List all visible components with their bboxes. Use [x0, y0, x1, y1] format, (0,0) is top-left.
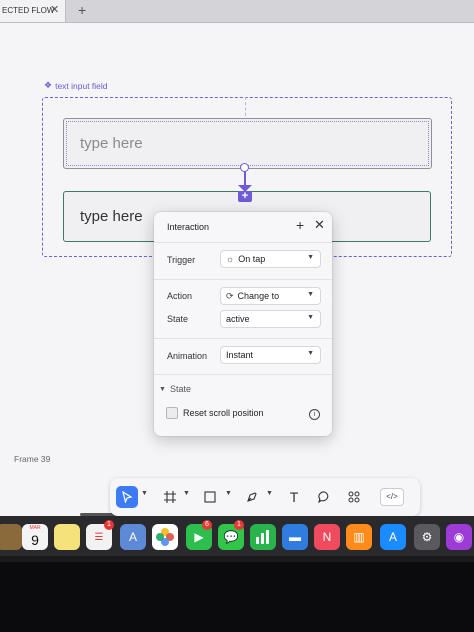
action-select[interactable]: ⟳ Change to ▼ — [220, 287, 321, 305]
add-icon[interactable]: + — [296, 218, 304, 232]
calendar-month: MAR — [29, 525, 41, 531]
browser-tab-bar: ECTED FLOW ✕ + — [0, 0, 474, 23]
tap-icon: ☼ — [226, 254, 235, 264]
section-divider — [154, 279, 332, 280]
animation-value: Instant — [226, 350, 254, 360]
close-icon[interactable]: ✕ — [314, 218, 325, 232]
chevron-down-icon[interactable]: ▼ — [183, 490, 190, 497]
browser-tab[interactable]: ECTED FLOW ✕ — [0, 0, 66, 22]
new-tab-icon[interactable]: + — [78, 0, 86, 20]
facetime-badge: 6 — [202, 520, 212, 530]
dev-mode-toggle[interactable]: </> — [380, 488, 404, 506]
action-value: Change to — [237, 291, 280, 301]
animation-select[interactable]: Instant ▼ — [220, 346, 321, 364]
component-label[interactable]: ❖ text input field — [44, 80, 108, 91]
system-settings-app-icon[interactable]: ⚙ — [414, 524, 440, 550]
trigger-value: On tap — [238, 254, 266, 264]
podcasts-app-icon[interactable]: ◉ — [446, 524, 472, 550]
app-store-icon[interactable]: A — [380, 524, 406, 550]
change-to-icon: ⟳ — [226, 290, 234, 301]
rectangle-tool-icon[interactable] — [200, 486, 220, 508]
photos-app-icon[interactable] — [152, 524, 178, 550]
calendar-day: 9 — [31, 532, 39, 548]
action-label: Action — [167, 291, 193, 301]
state-select[interactable]: active ▼ — [220, 310, 321, 328]
chevron-down-icon: ▼ — [307, 314, 314, 321]
state-label: State — [167, 314, 189, 324]
frame-label[interactable]: Frame 39 — [14, 454, 50, 464]
numbers-app-icon[interactable] — [250, 524, 276, 550]
keynote-app-icon[interactable]: ▬ — [282, 524, 308, 550]
variant-default[interactable]: type here — [63, 118, 432, 169]
component-name: text input field — [55, 80, 108, 91]
bottom-toolbar: ▼ ▼ ▼ ▼ T </> — [110, 478, 420, 516]
notes-app-icon[interactable] — [54, 524, 80, 550]
tab-title: ECTED FLOW — [2, 6, 55, 15]
reset-scroll-label[interactable]: Reset scroll position — [183, 408, 264, 418]
trigger-select[interactable]: ☼ On tap ▼ — [220, 250, 321, 268]
variant-placeholder: type here — [80, 208, 143, 225]
maps-app-icon[interactable]: A — [120, 524, 146, 550]
finder-app-icon[interactable] — [0, 524, 22, 550]
chevron-down-icon: ▼ — [307, 350, 314, 357]
chevron-down-icon: ▼ — [159, 385, 166, 393]
macos-dock: MAR 9 ☰ 1 A ▶ 6 💬 1 ▬ N ▥ A ⚙ ◉ — [0, 516, 474, 562]
chevron-down-icon: ▼ — [307, 254, 314, 261]
news-app-icon[interactable]: N — [314, 524, 340, 550]
chevron-down-icon[interactable]: ▼ — [225, 490, 232, 497]
books-app-icon[interactable]: ▥ — [346, 524, 372, 550]
variant-placeholder: type here — [80, 135, 143, 152]
tab-close-icon[interactable]: ✕ — [50, 0, 59, 20]
state-section-label: State — [169, 384, 191, 394]
messages-badge: 1 — [234, 520, 244, 530]
interaction-panel: Interaction + ✕ Trigger ☼ On tap ▼ Actio… — [154, 212, 332, 436]
components-icon[interactable] — [344, 486, 364, 508]
interaction-panel-title: Interaction — [167, 222, 210, 232]
text-tool-icon[interactable]: T — [284, 486, 304, 508]
move-tool-icon[interactable] — [116, 486, 138, 508]
add-interaction-icon[interactable]: + — [238, 191, 252, 202]
component-set-icon: ❖ — [44, 80, 53, 90]
trigger-label: Trigger — [167, 255, 196, 265]
frame-tool-icon[interactable] — [160, 486, 180, 508]
reset-scroll-checkbox[interactable] — [166, 407, 178, 419]
pen-tool-icon[interactable] — [242, 486, 262, 508]
info-icon[interactable]: i — [309, 409, 320, 420]
prototype-connector-handle[interactable] — [240, 163, 249, 172]
animation-label: Animation — [167, 351, 208, 361]
chevron-down-icon[interactable]: ▼ — [266, 490, 273, 497]
interaction-panel-header: Interaction + ✕ — [154, 212, 332, 243]
screen: ECTED FLOW ✕ + ❖ text input field type h… — [0, 0, 474, 560]
calendar-app-icon[interactable]: MAR 9 — [22, 524, 48, 550]
state-section-toggle[interactable]: ▼ State — [159, 384, 191, 394]
state-value: active — [226, 314, 250, 324]
chevron-down-icon[interactable]: ▼ — [141, 490, 148, 497]
comment-tool-icon[interactable] — [314, 486, 334, 508]
section-divider — [154, 338, 332, 339]
chevron-down-icon: ▼ — [307, 291, 314, 298]
section-divider — [154, 374, 332, 375]
reminders-badge: 1 — [104, 520, 114, 530]
